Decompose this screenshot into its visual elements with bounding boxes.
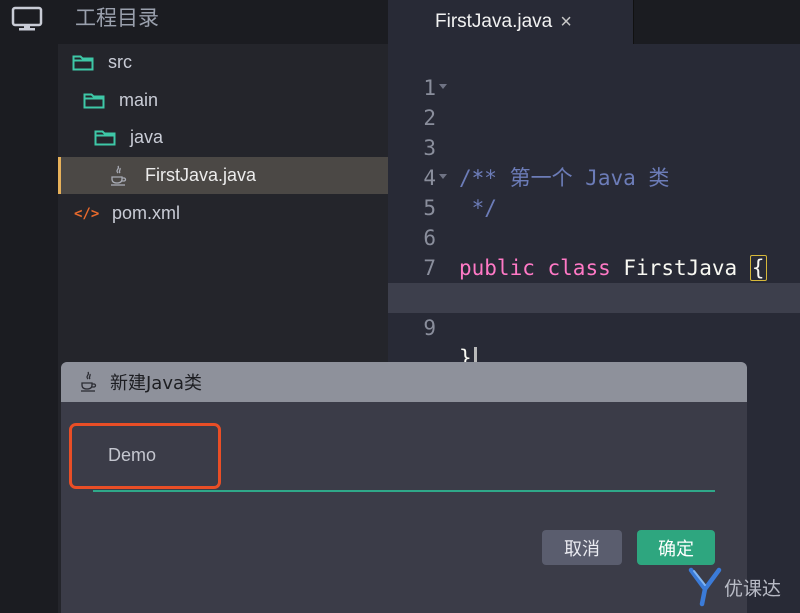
monitor-icon[interactable] [11, 6, 43, 32]
tree-item-label: main [119, 90, 159, 110]
new-java-class-dialog: 新建Java类 取消 确定 [61, 362, 747, 613]
tree-item-pom[interactable]: </> pom.xml [58, 195, 388, 232]
tab-title: FirstJava.java [435, 11, 553, 32]
line-number: 9 [423, 316, 436, 340]
tree-item-label: src [108, 52, 132, 72]
code-line[interactable]: 2 /** [388, 73, 800, 190]
tab-firstjava[interactable]: FirstJava.java × [388, 0, 634, 44]
tab-bar: FirstJava.java × [388, 0, 800, 44]
class-name-input[interactable] [108, 439, 408, 471]
tree-item-java[interactable]: java [58, 119, 388, 156]
explorer-title: 工程目录 [58, 0, 388, 44]
code-line[interactable]: 1 [388, 43, 800, 100]
tree-item-label: java [130, 127, 164, 147]
xml-file-icon: </> [74, 205, 100, 222]
confirm-button[interactable]: 确定 [637, 530, 715, 565]
dialog-title: 新建Java类 [110, 373, 203, 394]
fold-arrow-icon[interactable] [439, 174, 447, 179]
code-line[interactable]: 4 */ [388, 133, 800, 220]
dialog-title-bar: 新建Java类 [61, 362, 747, 402]
watermark-text: 优课达 [724, 577, 782, 600]
fold-arrow-icon[interactable] [439, 84, 447, 89]
code-line[interactable]: 5 public class FirstJava { [388, 163, 800, 281]
cancel-button[interactable]: 取消 [542, 530, 622, 565]
java-icon [81, 371, 97, 392]
code-line[interactable]: 6 [388, 193, 800, 250]
java-file-icon [111, 165, 127, 186]
activity-bar [0, 0, 58, 613]
input-underline [93, 490, 715, 492]
folder-icon [72, 55, 94, 71]
tree-item-src[interactable]: src [58, 44, 388, 81]
code-line[interactable]: 8 [388, 253, 800, 310]
code-line[interactable]: 7 [388, 223, 800, 280]
watermark: 优课达 [688, 565, 798, 609]
logo-icon [688, 567, 722, 607]
tree-item-main[interactable]: main [58, 82, 388, 119]
folder-icon [94, 130, 116, 146]
tree-item-label: FirstJava.java [145, 165, 257, 185]
folder-icon [83, 93, 105, 109]
code-line[interactable]: 3 * 第一个 Java 类 [388, 103, 800, 190]
code-line-active[interactable]: 9 } [388, 283, 800, 371]
tree-item-firstjava[interactable]: FirstJava.java [58, 157, 388, 194]
close-icon[interactable]: × [560, 12, 572, 32]
tree-item-label: pom.xml [112, 203, 181, 223]
